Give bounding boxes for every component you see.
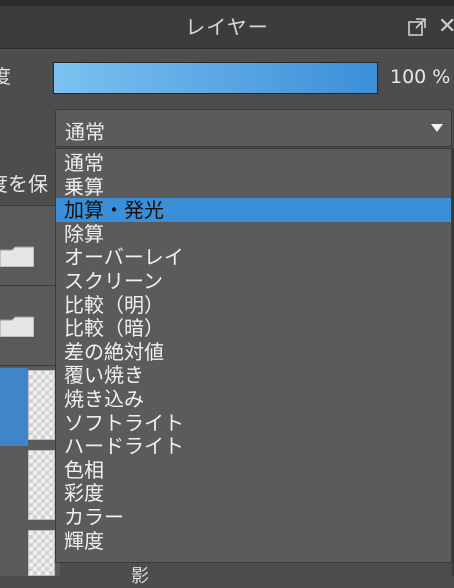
- opacity-slider-fill: [54, 63, 377, 93]
- blend-mode-selected-label: 通常: [65, 120, 105, 144]
- blend-mode-menu-item[interactable]: 色相: [56, 458, 451, 482]
- blend-mode-menu-item[interactable]: 比較（暗）: [56, 316, 451, 340]
- blend-mode-menu-item[interactable]: オーバーレイ: [56, 245, 451, 269]
- layer-thumbnail: [28, 450, 55, 520]
- opacity-slider[interactable]: [53, 62, 378, 94]
- selected-layer-row[interactable]: [0, 368, 28, 446]
- folder-icon[interactable]: [0, 315, 34, 337]
- blend-mode-menu-item[interactable]: ソフトライト: [56, 411, 451, 435]
- protect-transparency-label: 度を保: [0, 172, 48, 196]
- blend-mode-menu-item[interactable]: 彩度: [56, 481, 451, 505]
- close-icon[interactable]: ✕: [438, 16, 454, 38]
- blend-mode-menu-item[interactable]: ハードライト: [56, 434, 451, 458]
- chevron-down-icon: [431, 124, 443, 132]
- layer-divider: [0, 365, 60, 366]
- layer-name: 影: [131, 566, 149, 587]
- blend-mode-menu-item[interactable]: 覆い焼き: [56, 363, 451, 387]
- blend-mode-menu-item[interactable]: カラー: [56, 505, 451, 529]
- popout-icon[interactable]: [407, 17, 427, 37]
- opacity-label: 度: [0, 66, 12, 88]
- blend-mode-menu-item[interactable]: 加算・発光: [56, 198, 451, 223]
- blend-mode-menu-item[interactable]: スクリーン: [56, 269, 451, 293]
- panel-title: レイヤー: [185, 15, 269, 39]
- blend-mode-menu-item[interactable]: 比較（明）: [56, 293, 451, 317]
- blend-mode-menu-item[interactable]: 差の絶対値: [56, 340, 451, 364]
- panel-titlebar: レイヤー ✕: [0, 6, 454, 49]
- blend-mode-menu-item[interactable]: 乗算: [56, 175, 451, 199]
- opacity-value: 100 %: [390, 66, 451, 88]
- layer-divider: [0, 285, 60, 286]
- blend-mode-select[interactable]: 通常: [55, 109, 452, 147]
- blend-mode-menu-item[interactable]: 輝度: [56, 529, 451, 553]
- folder-icon[interactable]: [0, 245, 34, 267]
- blend-mode-menu-item[interactable]: 通常: [56, 151, 451, 175]
- layer-divider: [0, 205, 60, 206]
- layer-thumbnail: [28, 370, 55, 440]
- layer-thumbnail: [28, 530, 55, 576]
- blend-mode-menu[interactable]: 通常 乗算 加算・発光 除算 オーバーレイ スクリーン 比較（明） 比較（暗） 差の絶対値 覆い焼…: [55, 148, 452, 563]
- blend-mode-menu-item[interactable]: 除算: [56, 222, 451, 246]
- blend-mode-menu-item[interactable]: 焼き込み: [56, 387, 451, 411]
